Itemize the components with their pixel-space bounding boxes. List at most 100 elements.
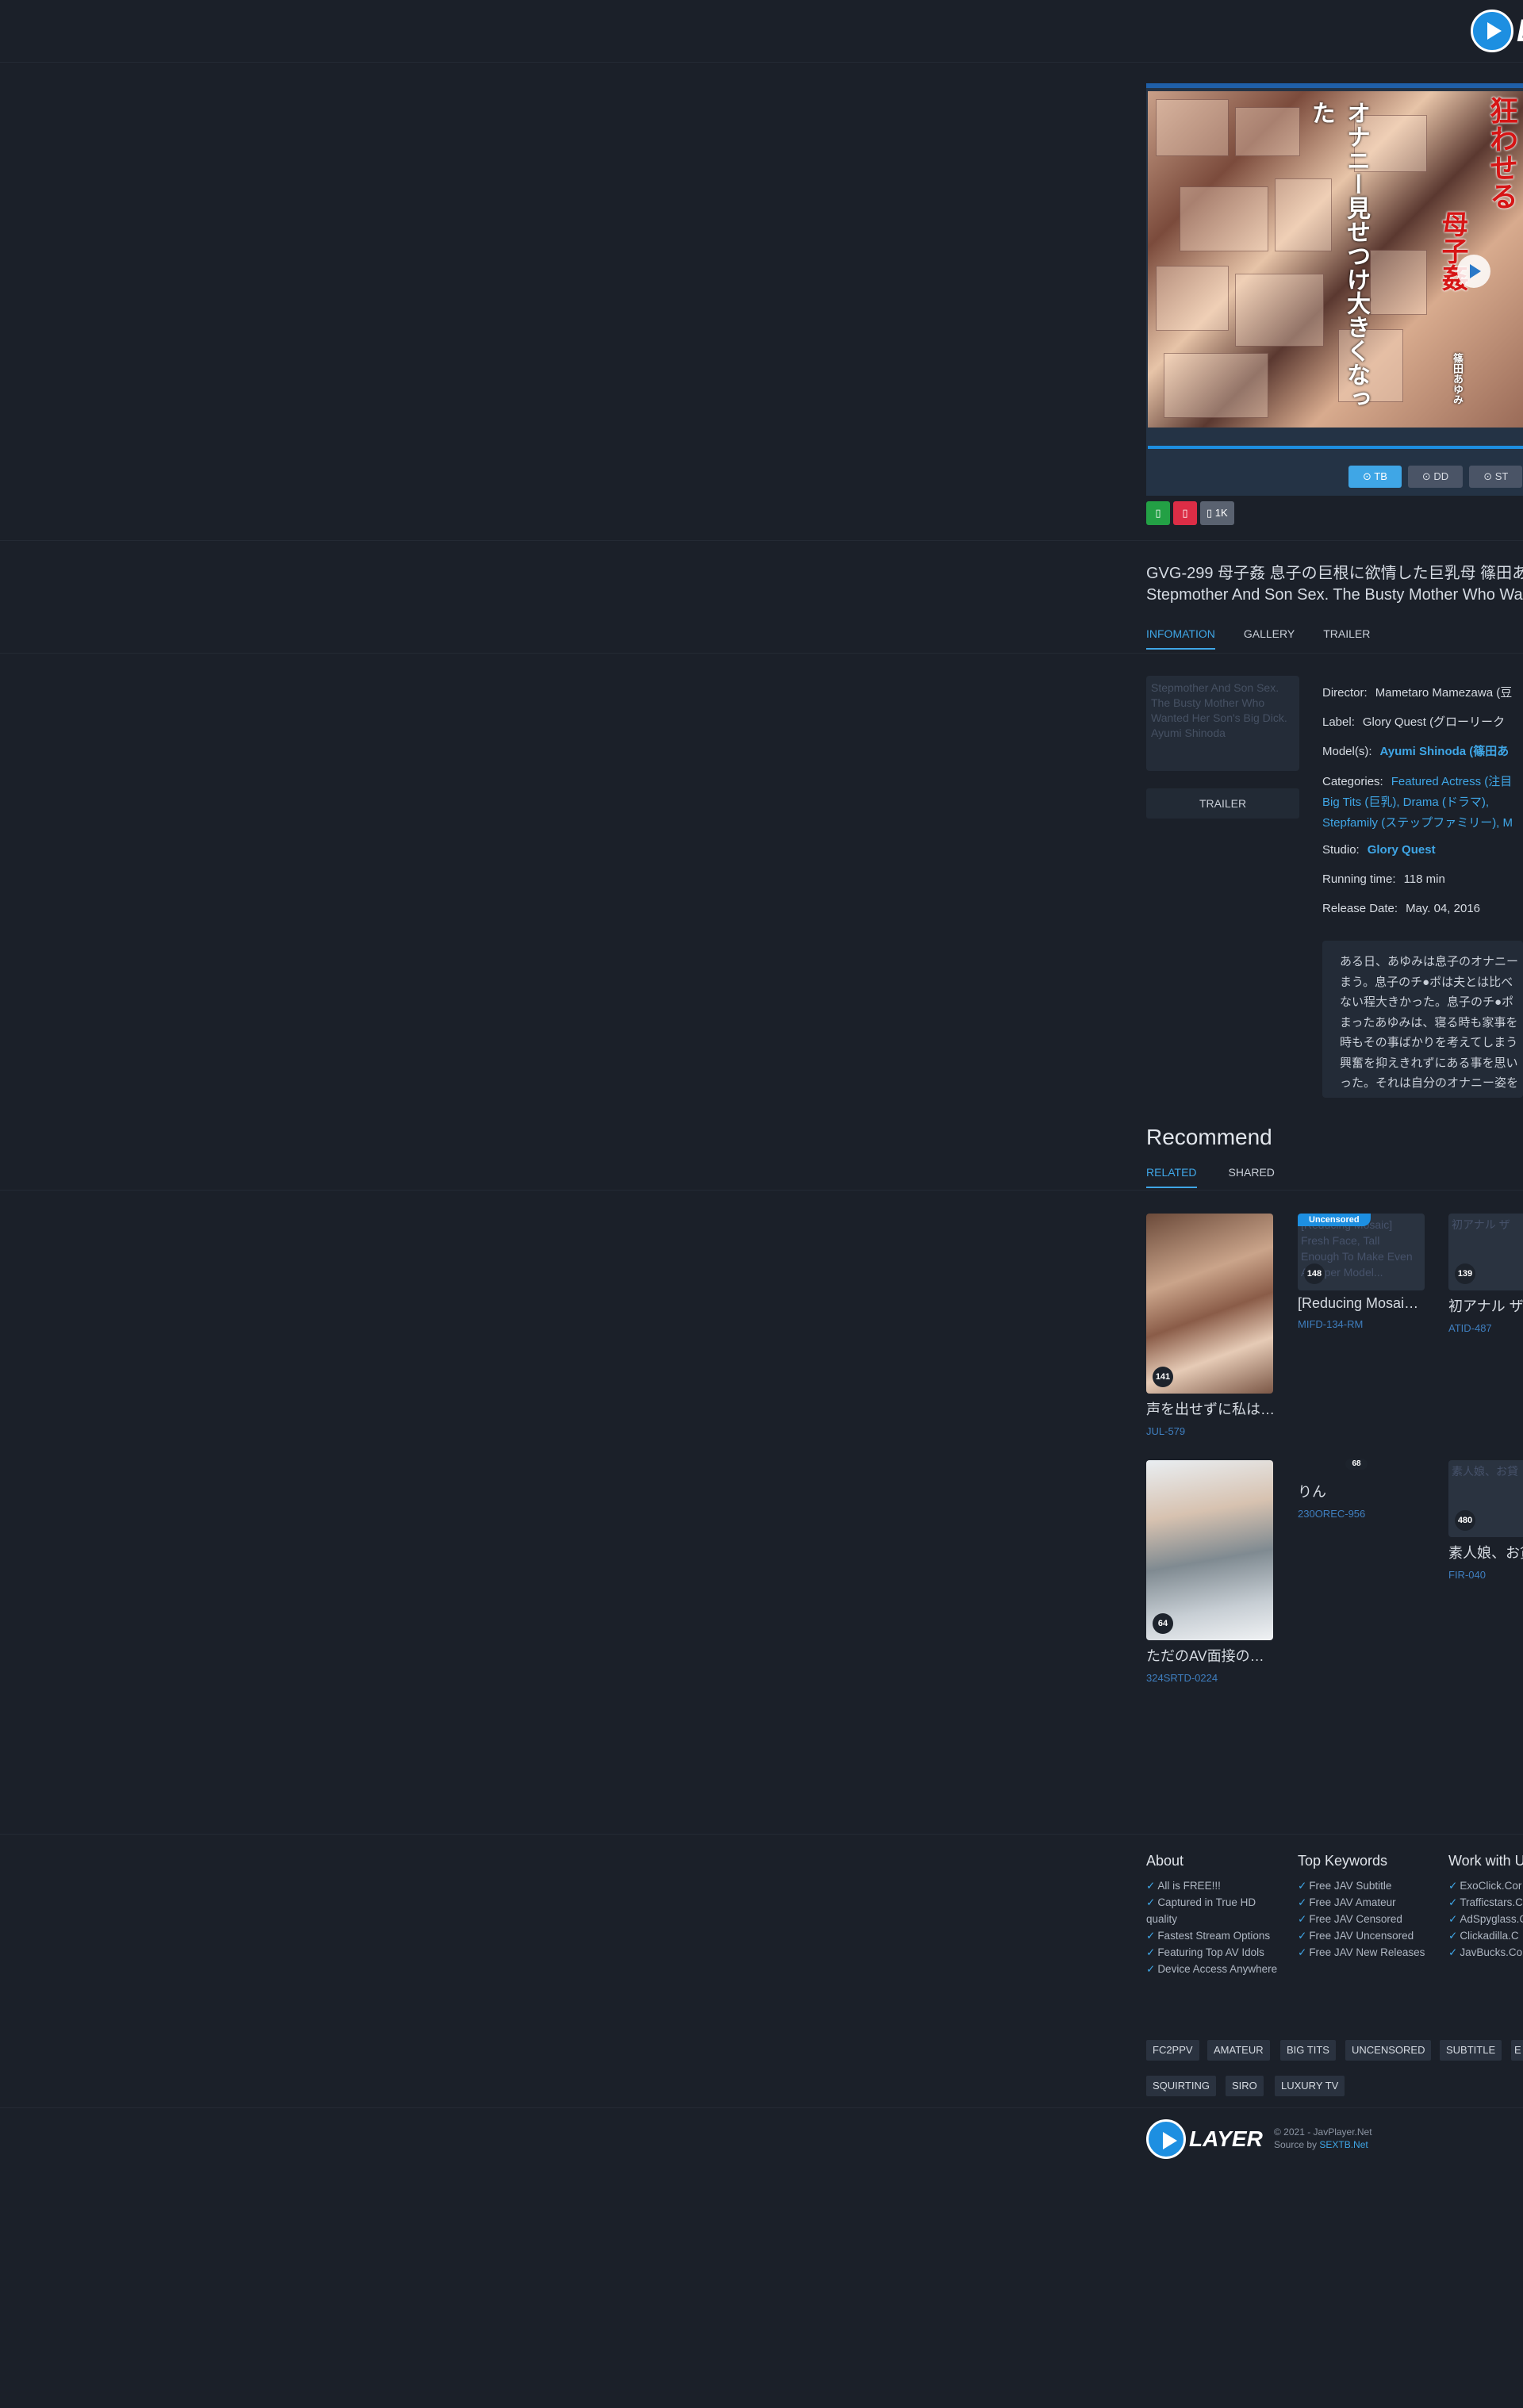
category-links-line3[interactable]: Stepfamily (ステップファミリー), M (1322, 816, 1513, 830)
footer-partner-link[interactable]: ✓ JavBucks.Co (1448, 1944, 1523, 1961)
card-code[interactable]: FIR-040 (1448, 1569, 1523, 1581)
card-thumbnail[interactable]: 68 (1298, 1459, 1425, 1471)
card-title[interactable]: ただのAV面接の… (1146, 1645, 1273, 1666)
view-count-badge: 148 (1304, 1263, 1325, 1284)
site-logo[interactable]: L (1471, 10, 1523, 52)
tab-information[interactable]: INFOMATION (1146, 627, 1215, 650)
view-count-badge: 68 (1345, 1459, 1368, 1470)
card-thumbnail[interactable]: 素人娘、お貸 480 (1448, 1460, 1523, 1537)
thumbs-down-icon: ▯ (1182, 507, 1188, 519)
like-button[interactable]: ▯ (1146, 501, 1170, 525)
video-card[interactable]: 素人娘、お貸 480 素人娘、お貸 FIR-040 (1448, 1460, 1523, 1581)
footer-partner-link[interactable]: ✓ Clickadilla.C (1448, 1927, 1523, 1944)
tag-amateur[interactable]: AMATEUR (1207, 2040, 1270, 2061)
tag-squirting[interactable]: SQUIRTING (1146, 2076, 1216, 2096)
card-title[interactable]: 初アナル ザ (1448, 1295, 1523, 1316)
thumbs-up-icon: ▯ (1155, 507, 1161, 519)
card-title[interactable]: 声を出せずに私は… (1146, 1398, 1273, 1419)
tag-uncensored[interactable]: UNCENSORED (1345, 2040, 1432, 2061)
footer-keywords-title: Top Keywords (1298, 1853, 1388, 1869)
category-links-line2[interactable]: Big Tits (巨乳), Drama (ドラマ), (1322, 796, 1489, 809)
tag-siro[interactable]: SIRO (1226, 2076, 1264, 2096)
card-code[interactable]: ATID-487 (1448, 1322, 1523, 1334)
check-icon: ✓ (1146, 1946, 1156, 1958)
footer-about-item: ✓ Captured in True HD quality (1146, 1896, 1256, 1925)
studio-link[interactable]: Glory Quest (1368, 843, 1436, 857)
release-date-row: Release Date: May. 04, 2016 (1322, 902, 1481, 915)
card-thumbnail[interactable]: [Reducing Mosaic] Fresh Face, Tall Enoug… (1298, 1214, 1425, 1290)
video-card[interactable]: 初アナル ザ 139 初アナル ザ ATID-487 (1448, 1214, 1523, 1334)
card-image-alt: 初アナル ザ (1452, 1218, 1510, 1231)
card-title[interactable]: [Reducing Mosai… (1298, 1295, 1425, 1312)
footer-keyword-link[interactable]: ✓ Free JAV New Releases (1298, 1944, 1441, 1961)
tab-gallery[interactable]: GALLERY (1244, 627, 1295, 650)
play-button[interactable] (1457, 255, 1490, 288)
video-player[interactable]: オナニー見せつけ大きくなった 母子姦 息子の巨根は母の理性を狂わせる 篠田あゆみ… (1146, 83, 1523, 496)
tab-related[interactable]: RELATED (1146, 1166, 1197, 1188)
footer-about-title: About (1146, 1853, 1184, 1869)
card-code[interactable]: MIFD-134-RM (1298, 1318, 1425, 1330)
video-title: GVG-299 母子姦 息子の巨根に欲情した巨乳母 篠田あ Stepmother… (1146, 565, 1523, 604)
footer-logo[interactable]: LAYER (1146, 2119, 1263, 2159)
video-card[interactable]: 141 声を出せずに私は… JUL-579 (1146, 1214, 1273, 1437)
server-button-dd[interactable]: ⊙ DD (1407, 466, 1464, 488)
tag-big-tits[interactable]: BIG TITS (1280, 2040, 1336, 2061)
check-icon: ✓ (1448, 1946, 1458, 1958)
video-card[interactable]: [Reducing Mosaic] Fresh Face, Tall Enoug… (1298, 1214, 1425, 1330)
source-link[interactable]: SEXTB.Net (1319, 2139, 1368, 2150)
footer-keyword-link[interactable]: ✓ Free JAV Censored (1298, 1911, 1441, 1927)
footer-about-item: ✓ Device Access Anywhere (1146, 1963, 1278, 1975)
tab-trailer[interactable]: TRAILER (1323, 627, 1370, 650)
card-code[interactable]: 324SRTD-0224 (1146, 1672, 1273, 1684)
video-actions: ▯ ▯ ▯ 1K (1146, 501, 1234, 525)
model-link[interactable]: Ayumi Shinoda (篠田あ (1380, 745, 1510, 758)
server-button-st[interactable]: ⊙ ST (1469, 466, 1523, 488)
view-count-badge: 64 (1153, 1613, 1173, 1634)
tab-shared[interactable]: SHARED (1229, 1166, 1275, 1188)
video-card[interactable]: 68 りん 230OREC-956 (1298, 1459, 1425, 1520)
footer-partner-link[interactable]: ✓ ExoClick.Cor (1448, 1877, 1523, 1894)
card-thumbnail[interactable]: 初アナル ザ 139 (1448, 1214, 1523, 1290)
card-title[interactable]: 素人娘、お貸 (1448, 1542, 1523, 1563)
card-code[interactable]: JUL-579 (1146, 1425, 1273, 1437)
check-icon: ✓ (1298, 1946, 1307, 1958)
check-icon: ✓ (1146, 1880, 1156, 1892)
card-image-alt: 素人娘、お貸 (1452, 1465, 1518, 1478)
eye-icon: ▯ (1207, 507, 1213, 519)
tag-partial[interactable]: E (1511, 2040, 1523, 2061)
card-thumbnail[interactable]: 64 (1146, 1460, 1273, 1640)
tag-luxury-tv[interactable]: LUXURY TV (1275, 2076, 1345, 2096)
card-code[interactable]: 230OREC-956 (1298, 1508, 1425, 1520)
card-title[interactable]: りん (1298, 1481, 1425, 1501)
dislike-button[interactable]: ▯ (1173, 501, 1197, 525)
thumbnail-alt-text: Stepmother And Son Sex. The Busty Mother… (1151, 681, 1287, 739)
cover-tagline: オナニー見せつけ大きくなった (1307, 101, 1370, 410)
view-count-badge: 141 (1153, 1367, 1173, 1387)
tag-subtitle[interactable]: SUBTITLE (1440, 2040, 1502, 2061)
category-link-featured-actress[interactable]: Featured Actress (注目 (1391, 775, 1513, 788)
footer-keyword-link[interactable]: ✓ Free JAV Uncensored (1298, 1927, 1441, 1944)
server-selector: ⊙ TB ⊙ DD ⊙ ST (1348, 466, 1523, 488)
tag-fc2ppv[interactable]: FC2PPV (1146, 2040, 1199, 2061)
footer-keyword-link[interactable]: ✓ Free JAV Amateur (1298, 1894, 1441, 1911)
trailer-button[interactable]: TRAILER (1146, 788, 1299, 819)
director-row: Director: Mametaro Mamezawa (豆 (1322, 686, 1513, 700)
progress-bar[interactable] (1148, 446, 1523, 449)
footer-about-item: ✓ All is FREE!!! (1146, 1880, 1221, 1892)
video-card[interactable]: 64 ただのAV面接の… 324SRTD-0224 (1146, 1460, 1273, 1684)
check-icon: ✓ (1298, 1930, 1307, 1942)
check-icon: ✓ (1448, 1930, 1458, 1942)
server-button-tb[interactable]: ⊙ TB (1348, 466, 1402, 488)
categories-row: Categories: Featured Actress (注目 Big Tits… (1322, 775, 1513, 830)
check-icon: ✓ (1298, 1913, 1307, 1925)
views-count: ▯ 1K (1200, 501, 1234, 525)
footer-logo-text: LAYER (1189, 2126, 1263, 2151)
footer-partner-link[interactable]: ✓ Trafficstars.C (1448, 1894, 1523, 1911)
footer-keyword-link[interactable]: ✓ Free JAV Subtitle (1298, 1877, 1441, 1894)
footer-partner-link[interactable]: ✓ AdSpyglass.C (1448, 1911, 1523, 1927)
card-thumbnail[interactable]: 141 (1146, 1214, 1273, 1394)
check-icon: ✓ (1298, 1896, 1307, 1908)
check-icon: ✓ (1146, 1930, 1156, 1942)
copyright: © 2021 - JavPlayer.Net Source by SEXTB.N… (1274, 2126, 1372, 2150)
video-thumbnail[interactable]: Stepmother And Son Sex. The Busty Mother… (1146, 676, 1299, 771)
